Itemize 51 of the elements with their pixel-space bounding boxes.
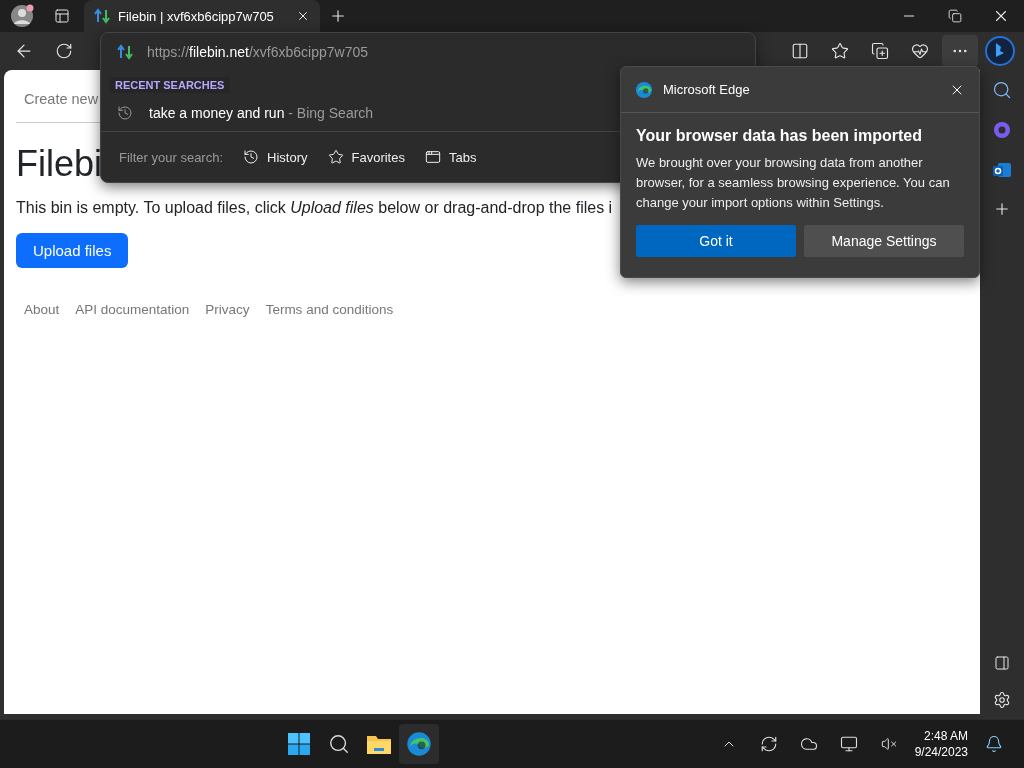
refresh-icon[interactable] — [55, 42, 73, 60]
close-icon[interactable] — [296, 9, 310, 23]
history-icon[interactable] — [243, 149, 260, 165]
search-icon[interactable] — [992, 80, 1012, 100]
tabs-icon[interactable] — [424, 149, 441, 165]
outlook-icon[interactable] — [992, 160, 1012, 180]
primary-button[interactable]: Got it — [636, 225, 796, 257]
sync-icon[interactable] — [759, 735, 778, 753]
star-icon[interactable] — [327, 149, 344, 165]
filter-label: Filter your search: — [119, 149, 224, 165]
footer-link[interactable]: API documentation — [75, 302, 190, 317]
new-tab-icon[interactable] — [329, 7, 347, 25]
create-new-link[interactable]: Create new — [24, 91, 99, 107]
footer-link[interactable]: About — [24, 302, 60, 317]
page-heading: Filebi — [16, 143, 103, 185]
section-heading: RECENT SEARCHES — [109, 77, 231, 93]
folder-icon[interactable] — [366, 733, 393, 755]
footer-link[interactable]: Terms and conditions — [265, 302, 394, 317]
notification-title: Your browser data has been imported — [636, 127, 923, 145]
notification-text: We brought over your browsing data from another browser, for a seamless browsing experience. You can change your import options within Settings. — [636, 154, 951, 212]
heart-pulse-icon[interactable] — [911, 42, 929, 60]
sidebar-icon[interactable] — [994, 655, 1010, 671]
date-text: 9/24/2023 — [914, 745, 968, 759]
filter-chip[interactable]: History — [243, 149, 308, 165]
arrows-favicon-icon — [117, 44, 133, 60]
time-text: 2:48 AM — [924, 729, 968, 743]
secondary-button[interactable]: Manage Settings — [804, 225, 964, 257]
notification-bell-icon[interactable] — [985, 735, 1003, 753]
upload-files-button[interactable]: Upload files — [16, 233, 129, 268]
taskbar-clock[interactable]: 2:48 AM 9/24/2023 — [914, 729, 968, 759]
add-icon[interactable] — [993, 200, 1011, 218]
search-icon[interactable] — [328, 733, 351, 755]
profile-avatar-icon[interactable] — [10, 4, 34, 28]
address-field[interactable]: https://filebin.net/xvf6xb6cipp7w705 — [147, 44, 369, 60]
restore-icon[interactable] — [948, 9, 962, 23]
collections-icon[interactable] — [871, 42, 889, 60]
app-name: Microsoft Edge — [663, 82, 750, 97]
history-icon[interactable] — [117, 105, 133, 121]
arrows-favicon-icon — [94, 8, 110, 24]
tab-actions-icon[interactable] — [54, 8, 70, 24]
browser-tab[interactable]: Filebin | xvf6xb6cipp7w705 — [84, 0, 320, 32]
muted-speaker-icon[interactable] — [880, 736, 897, 752]
footer-link[interactable]: Privacy — [205, 302, 250, 317]
split-screen-icon[interactable] — [791, 42, 809, 60]
cloud-icon[interactable] — [799, 735, 818, 753]
filter-chip[interactable]: Tabs — [424, 149, 477, 165]
windows-start-icon[interactable] — [287, 732, 312, 756]
favorites-icon[interactable] — [831, 42, 849, 60]
filter-chip[interactable]: Favorites — [327, 149, 405, 165]
empty-bin-message: This bin is empty. To upload files, click Upload files below or drag-and-drop the files i — [16, 199, 613, 217]
settings-icon[interactable] — [993, 691, 1011, 709]
